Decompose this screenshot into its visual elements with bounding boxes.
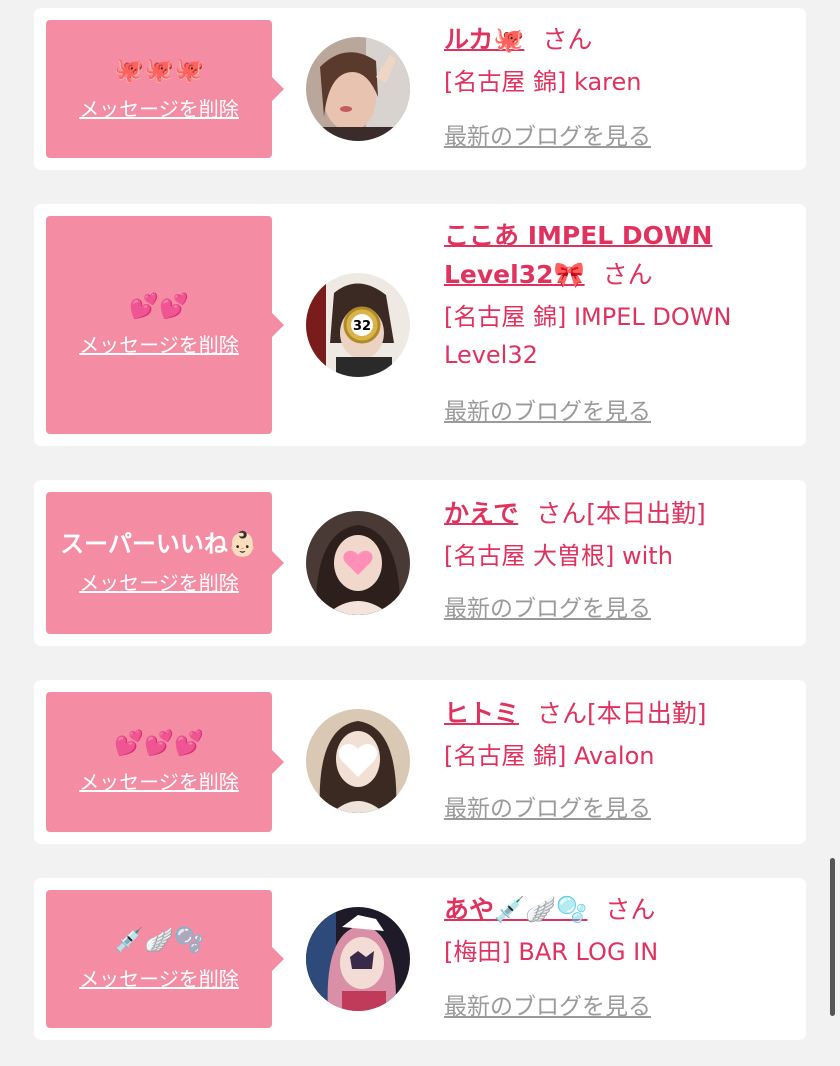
avatar-photo: 32 — [306, 273, 410, 377]
message-text: 💉🪽🫧 — [114, 926, 204, 955]
avatar[interactable]: 32 — [306, 273, 410, 377]
shop-info: [名古屋 大曽根] with — [444, 542, 673, 570]
avatar[interactable] — [306, 907, 410, 1011]
avatar[interactable] — [306, 37, 410, 141]
shop-info: [梅田] BAR LOG IN — [444, 938, 659, 966]
delete-message-link[interactable]: メッセージを削除 — [79, 329, 239, 358]
message-text: 💕💕💕 — [114, 729, 204, 758]
cast-name-link[interactable]: ヒトミ — [444, 699, 519, 728]
message-card: スーパーいいね👶🏻 メッセージを削除 かえで さん[本日出勤] [名古屋 大曽根]… — [34, 480, 806, 646]
message-bubble: スーパーいいね👶🏻 メッセージを削除 — [46, 492, 284, 634]
latest-blog-link[interactable]: 最新のブログを見る — [444, 124, 651, 150]
message-bubble: 🐙🐙🐙 メッセージを削除 — [46, 20, 284, 158]
message-card: 💉🪽🫧 メッセージを削除 あや💉🪽🫧 さん [梅田] BAR LOG IN 最新の… — [34, 878, 806, 1040]
message-text: スーパーいいね👶🏻 — [60, 530, 258, 559]
message-bubble: 💉🪽🫧 メッセージを削除 — [46, 890, 284, 1028]
scrollbar[interactable] — [830, 858, 835, 1016]
honorific: さん — [542, 25, 593, 54]
latest-blog-link[interactable]: 最新のブログを見る — [444, 399, 651, 425]
message-card: 🐙🐙🐙 メッセージを削除 ルカ🐙 さん [名古屋 錦] karen 最新のブログを… — [34, 8, 806, 170]
cast-name-link[interactable]: ここあ IMPEL DOWN Level32🎀 — [444, 221, 712, 289]
message-text: 💕💕 — [129, 292, 189, 321]
cast-name-link[interactable]: かえで — [444, 499, 518, 528]
latest-blog-link[interactable]: 最新のブログを見る — [444, 796, 651, 822]
avatar-badge: 32 — [353, 319, 371, 334]
message-bubble: 💕💕💕 メッセージを削除 — [46, 692, 284, 832]
message-card: 💕💕 メッセージを削除 32 ここあ IMPEL DOWN Level32🎀 さん… — [34, 204, 806, 446]
shop-info: [名古屋 錦] karen — [444, 68, 642, 96]
cast-name-link[interactable]: あや💉🪽🫧 — [444, 895, 587, 924]
message-text: 🐙🐙🐙 — [114, 56, 204, 85]
message-card: 💕💕💕 メッセージを削除 ヒトミ さん[本日出勤] [名古屋 錦] Avalon … — [34, 680, 806, 844]
shop-info: [名古屋 錦] IMPEL DOWN Level32 — [444, 303, 732, 369]
cast-name-link[interactable]: ルカ🐙 — [444, 25, 524, 54]
avatar-photo — [306, 511, 410, 615]
avatar[interactable] — [306, 511, 410, 615]
avatar-photo — [306, 709, 410, 813]
avatar[interactable] — [306, 709, 410, 813]
delete-message-link[interactable]: メッセージを削除 — [79, 963, 239, 992]
latest-blog-link[interactable]: 最新のブログを見る — [444, 994, 651, 1020]
honorific: さん — [537, 699, 588, 728]
work-status: [本日出勤] — [586, 499, 706, 528]
shop-info: [名古屋 錦] Avalon — [444, 742, 655, 770]
honorific: さん — [536, 499, 587, 528]
delete-message-link[interactable]: メッセージを削除 — [79, 766, 239, 795]
honorific: さん — [602, 260, 653, 289]
message-bubble: 💕💕 メッセージを削除 — [46, 216, 284, 434]
honorific: さん — [605, 895, 656, 924]
delete-message-link[interactable]: メッセージを削除 — [79, 93, 239, 122]
avatar-photo — [306, 37, 410, 141]
delete-message-link[interactable]: メッセージを削除 — [79, 567, 239, 596]
latest-blog-link[interactable]: 最新のブログを見る — [444, 596, 651, 622]
avatar-photo — [306, 907, 410, 1011]
work-status: [本日出勤] — [587, 699, 707, 728]
